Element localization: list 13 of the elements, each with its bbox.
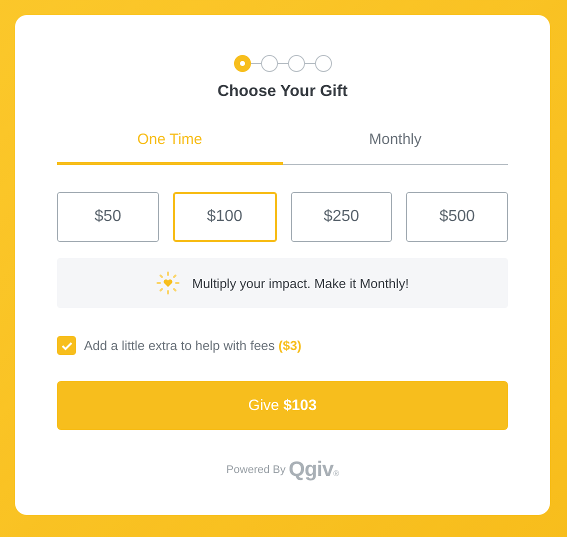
amount-button[interactable]: $50 [57, 192, 159, 242]
promo-text: Multiply your impact. Make it Monthly! [192, 276, 409, 290]
fee-label: Add a little extra to help with fees ($3) [84, 338, 302, 353]
check-icon [60, 340, 72, 350]
powered-by-text: Powered By [226, 464, 286, 476]
amount-button[interactable]: $100 [172, 192, 276, 242]
frequency-tab[interactable]: Monthly [282, 123, 508, 165]
heart-sparkle-icon [156, 271, 180, 295]
amount-button[interactable]: $250 [290, 192, 392, 242]
fee-checkbox[interactable] [57, 336, 76, 355]
form-title: Choose Your Gift [216, 83, 349, 101]
amount-button[interactable]: $500 [406, 192, 508, 242]
brand-logo: Qgiv® [288, 458, 339, 482]
